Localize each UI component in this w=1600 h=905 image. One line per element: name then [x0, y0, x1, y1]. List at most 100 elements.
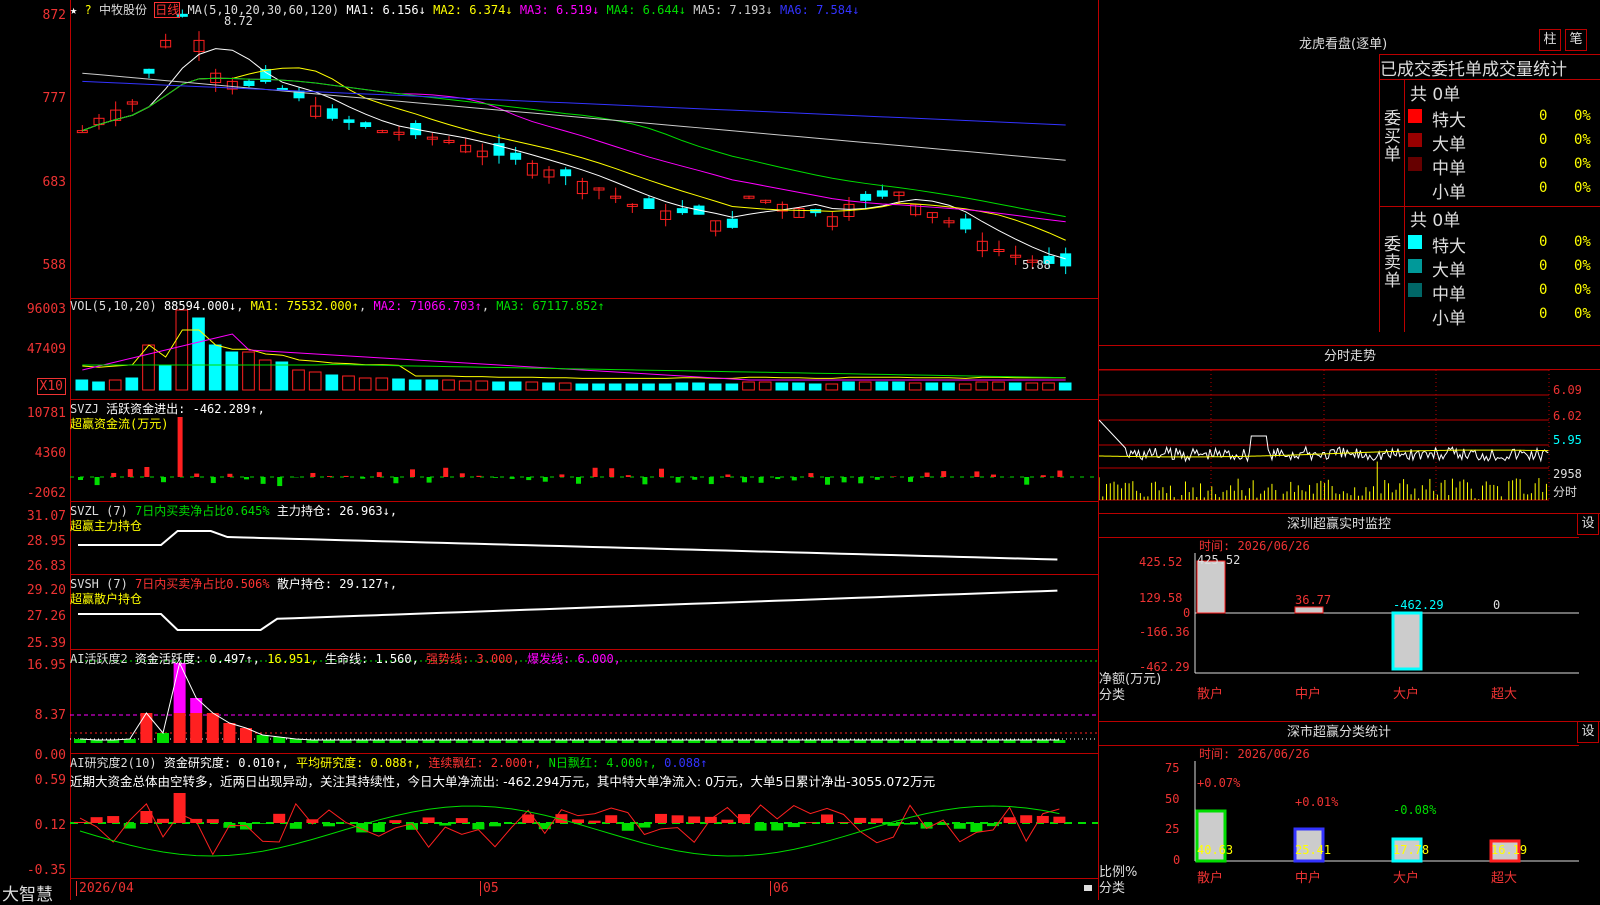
holding-line	[78, 531, 1057, 560]
buy-row: 中单00%	[1404, 152, 1600, 176]
szm-value: 425.52	[1197, 553, 1240, 567]
activity-bar	[207, 713, 219, 743]
buy-row: 特大00%	[1404, 104, 1600, 128]
svsh-ytick: 25.39	[27, 636, 66, 651]
candle-body	[727, 219, 737, 227]
flow-bar	[244, 477, 249, 479]
candle-body	[344, 120, 354, 123]
bar-mode-button[interactable]: 柱	[1539, 29, 1561, 51]
research-bar	[672, 815, 684, 823]
svsh-label: SVSH (7)	[70, 577, 128, 591]
volume-bar	[793, 383, 805, 390]
flow-bar	[792, 477, 797, 480]
ai1-v2: 16.951,	[267, 652, 318, 666]
sz-monitor-panel[interactable]: 深圳超赢实时监控 设 时间: 2026/06/26 425.52 129.58 …	[1098, 513, 1600, 722]
research-bar	[688, 816, 700, 823]
flow-bar	[510, 477, 515, 479]
sz-class-panel[interactable]: 深市超赢分类统计 设 时间: 2026/06/26 75 50 25 0 比例%…	[1098, 721, 1600, 900]
svzj-panel[interactable]: SVZJ 活跃资金进出: -462.289↑, 超赢资金流(万元)	[70, 399, 1098, 502]
szc-ytick: 50	[1165, 792, 1179, 806]
info-icon[interactable]: ?	[84, 3, 91, 17]
svsh-desc1: 7日内买卖净占比0.506%	[135, 577, 270, 591]
volume-bar	[776, 383, 788, 390]
activity-bar	[223, 723, 235, 743]
flow-bar	[875, 477, 880, 480]
szm-ytick: -166.36	[1139, 625, 1190, 639]
volume-bar	[393, 379, 405, 390]
volume-bar	[1043, 383, 1055, 390]
flow-bar	[1057, 471, 1062, 477]
kline-panel[interactable]: ★ ? 中牧股份 日线 MA(5,10,20,30,60,120) MA1: 6…	[70, 0, 1098, 299]
volume-bar	[876, 382, 888, 390]
longhu-header: 已成交委托单成交量统计	[1379, 54, 1600, 80]
research-bar	[439, 823, 451, 826]
research-bar	[389, 820, 401, 823]
lock-icon[interactable]	[1084, 885, 1092, 891]
flow-bar	[543, 477, 548, 482]
szc-ytick: 25	[1165, 822, 1179, 836]
volume-bar	[359, 378, 371, 390]
flow-bar	[925, 473, 930, 477]
date-tick: 06	[770, 881, 789, 896]
tick-mode-button[interactable]: 笔	[1565, 29, 1587, 51]
candle-body	[327, 109, 337, 118]
svzl-panel[interactable]: SVZL (7) 7日内买卖净占比0.645% 主力持仓: 26.963↓, 超…	[70, 501, 1098, 575]
kline-chart	[70, 0, 1098, 298]
fs-ytick: 6.02	[1553, 409, 1582, 423]
candle-body	[244, 81, 254, 85]
volume-bar	[593, 384, 605, 390]
flow-bar	[526, 477, 531, 480]
szc-category: 大户	[1393, 867, 1419, 886]
ai1-v1: 资金活跃度: 0.497↑,	[135, 652, 260, 666]
flow-bar	[277, 477, 282, 486]
volume-bar	[376, 378, 388, 390]
volume-bar	[343, 376, 355, 390]
szm-value: 36.77	[1295, 593, 1331, 607]
vol-unit: X10	[37, 378, 66, 395]
research-bar	[472, 823, 484, 829]
ai1-ytick: 8.37	[35, 708, 66, 723]
star-icon[interactable]: ★	[70, 3, 77, 17]
ma-line	[82, 49, 1065, 259]
research-bar	[1004, 817, 1016, 823]
volume-panel[interactable]: VOL(5,10,20) 88594.000↓, MA1: 75532.000↑…	[70, 298, 1098, 400]
flow-bar	[908, 477, 913, 482]
volume-bar	[993, 382, 1005, 390]
szm-category: 超大	[1491, 683, 1517, 702]
color-swatch-icon	[1408, 235, 1422, 249]
date-axis: 2026/04 05 06	[70, 878, 1098, 901]
svsh-panel[interactable]: SVSH (7) 7日内买卖净占比0.506% 散户持仓: 29.127↑, 超…	[70, 574, 1098, 650]
volume-bar	[659, 384, 671, 390]
szm-ytick: 0	[1183, 606, 1190, 620]
ai1-v4: 强势线: 3.000,	[426, 652, 520, 666]
vol-ytick: 47409	[27, 342, 66, 357]
period-label[interactable]: 日线	[154, 2, 180, 18]
volume-bar	[676, 383, 688, 390]
ai-research-panel[interactable]: AI研究度2(10) 资金研究度: 0.010↑, 平均研究度: 0.088↑,…	[70, 753, 1098, 878]
szc-value: 17.78	[1393, 843, 1429, 857]
sz-class-chart	[1099, 721, 1600, 900]
volume-bar	[693, 383, 705, 390]
ai-activity-panel[interactable]: AI活跃度2 资金活跃度: 0.497↑, 16.951, 生命线: 1.560…	[70, 649, 1098, 754]
volume-bar	[509, 382, 521, 390]
flow-bar	[759, 477, 764, 483]
svsh-subtitle: 超赢散户持仓	[70, 590, 142, 607]
candle-body	[561, 170, 571, 176]
volume-bar	[1009, 383, 1021, 390]
intraday-panel[interactable]: 分时走势 6.09 6.02 5.95 2958 分时	[1098, 345, 1600, 514]
sell-total: 共 0单	[1410, 206, 1460, 231]
szm-category: 中户	[1295, 683, 1321, 702]
flow-bar	[974, 471, 979, 477]
research-bar	[456, 818, 468, 823]
research-bar	[755, 823, 767, 831]
volume-bar	[576, 384, 588, 390]
flow-bar	[676, 477, 681, 483]
research-line	[80, 804, 1059, 855]
flow-bar	[360, 477, 365, 479]
svsh-desc2: 散户持仓: 29.127↑,	[277, 577, 397, 591]
volume-bar	[126, 378, 138, 390]
volume-bar	[143, 345, 155, 390]
volume-bar	[526, 382, 538, 390]
research-bar	[91, 817, 103, 823]
avg-price-line	[1099, 450, 1548, 457]
